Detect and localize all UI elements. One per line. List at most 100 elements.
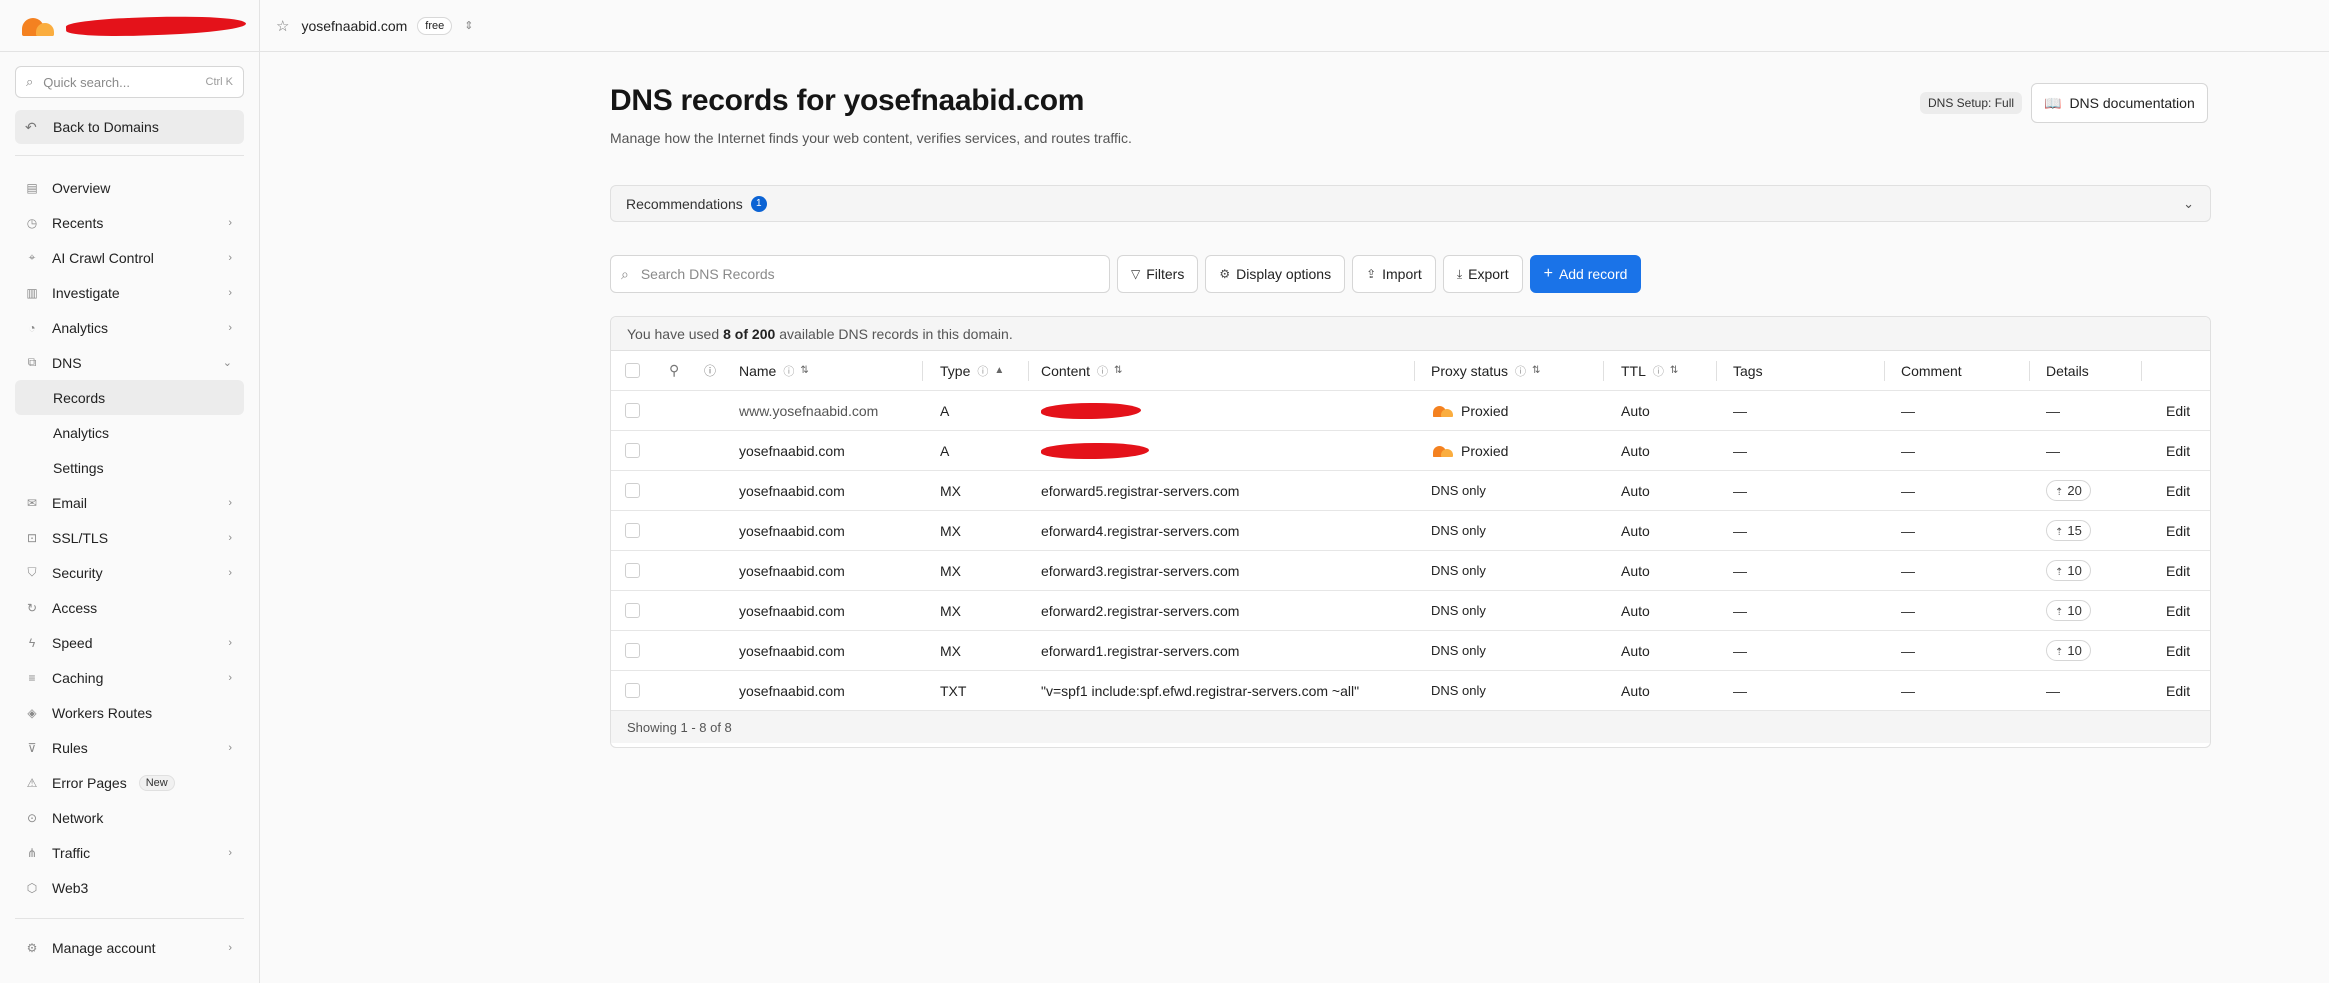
- display-options-button[interactable]: ⚙ Display options: [1205, 255, 1346, 293]
- row-checkbox[interactable]: [625, 671, 640, 710]
- star-icon[interactable]: ☆: [276, 17, 289, 35]
- table-header: ⚲ ⓘ Name ⓘ ⇅ Type ⓘ ▲ Content ⓘ ⇅ Proxy status…: [611, 351, 2210, 391]
- record-comment: —: [1901, 442, 1915, 459]
- dns-search-input[interactable]: ⌕ Search DNS Records: [610, 255, 1110, 293]
- sidebar-item-rules[interactable]: ⊽ Rules ›: [15, 730, 244, 765]
- sidebar-nav: ▤ Overview ◷ Recents › ⌖ AI Crawl Control › ▥ Inv…: [15, 170, 244, 905]
- table-row[interactable]: yosefnaabid.com MX eforward3.registrar-ser…: [611, 551, 2210, 591]
- edit-button[interactable]: Edit: [2166, 511, 2190, 550]
- table-row[interactable]: yosefnaabid.com A Proxied Auto — — — Edit: [611, 431, 2210, 471]
- table-row[interactable]: www.yosefnaabid.com A Proxied Auto — — — Edit: [611, 391, 2210, 431]
- row-checkbox[interactable]: [625, 551, 640, 590]
- record-type: MX: [940, 482, 961, 499]
- usage-banner: You have used 8 of 200 available DNS rec…: [611, 317, 2210, 351]
- sort-icon: ⇅: [1532, 365, 1541, 376]
- row-checkbox[interactable]: [625, 431, 640, 470]
- info-icon: ⓘ: [1652, 365, 1664, 378]
- column-header-proxy-status[interactable]: Proxy status ⓘ ⇅: [1431, 351, 1540, 390]
- table-row[interactable]: yosefnaabid.com MX eforward4.registrar-ser…: [611, 511, 2210, 551]
- column-header-content[interactable]: Content ⓘ ⇅: [1041, 351, 1122, 390]
- filters-button[interactable]: ▽ Filters: [1117, 255, 1199, 293]
- proxy-status: DNS only: [1431, 683, 1486, 698]
- sidebar-item-workers-routes[interactable]: ◈ Workers Routes: [15, 695, 244, 730]
- chevron-right-icon: ›: [228, 671, 232, 684]
- record-comment: —: [1901, 522, 1915, 539]
- row-checkbox[interactable]: [625, 391, 640, 430]
- sidebar-item-analytics[interactable]: ◔ Analytics ›: [15, 310, 244, 345]
- table-row[interactable]: yosefnaabid.com MX eforward1.registrar-ser…: [611, 631, 2210, 671]
- row-checkbox[interactable]: [625, 591, 640, 630]
- back-to-domains-button[interactable]: ↶ Back to Domains: [15, 110, 244, 144]
- column-header-ttl[interactable]: TTL ⓘ ⇅: [1621, 351, 1678, 390]
- column-header-type[interactable]: Type ⓘ ▲: [940, 351, 1004, 390]
- column-header-name[interactable]: Name ⓘ ⇅: [739, 351, 809, 390]
- column-divider: [1716, 361, 1717, 381]
- sidebar-item-security[interactable]: ⛉ Security ›: [15, 555, 244, 590]
- recommendations-accordion[interactable]: Recommendations 1 ⌄: [610, 185, 2211, 222]
- row-checkbox[interactable]: [625, 631, 640, 670]
- chevron-right-icon: ›: [228, 496, 232, 509]
- chevron-right-icon: ›: [228, 566, 232, 579]
- cloudflare-logo-icon[interactable]: [16, 16, 56, 36]
- sidebar-item-dns-analytics[interactable]: Analytics: [15, 415, 244, 450]
- row-checkbox[interactable]: [625, 511, 640, 550]
- row-checkbox[interactable]: [625, 471, 640, 510]
- table-row[interactable]: yosefnaabid.com MX eforward5.registrar-ser…: [611, 471, 2210, 511]
- quick-search-input[interactable]: ⌕ Quick search... Ctrl K: [15, 66, 244, 98]
- record-name: yosefnaabid.com: [739, 562, 845, 579]
- pin-icon[interactable]: ⚲: [669, 351, 679, 390]
- switch-domain-icon[interactable]: ⇕: [464, 19, 473, 32]
- dns-documentation-button[interactable]: 📖 DNS documentation: [2031, 83, 2208, 123]
- sidebar-item-ssl-tls[interactable]: ⊡ SSL/TLS ›: [15, 520, 244, 555]
- sidebar-item-overview[interactable]: ▤ Overview: [15, 170, 244, 205]
- edit-button[interactable]: Edit: [2166, 631, 2190, 670]
- edit-button[interactable]: Edit: [2166, 391, 2190, 430]
- sidebar-item-traffic[interactable]: ⋔ Traffic ›: [15, 835, 244, 870]
- select-all-checkbox[interactable]: [625, 351, 640, 390]
- sidebar-item-investigate[interactable]: ▥ Investigate ›: [15, 275, 244, 310]
- sidebar-item-network[interactable]: ⊙ Network: [15, 800, 244, 835]
- proxy-status: Proxied: [1431, 391, 1508, 430]
- add-record-button[interactable]: + Add record: [1529, 255, 1642, 293]
- sidebar-item-web3[interactable]: ⬡ Web3: [15, 870, 244, 905]
- network-icon: ⧉: [27, 355, 37, 369]
- table-row[interactable]: yosefnaabid.com MX eforward2.registrar-ser…: [611, 591, 2210, 631]
- record-details: ⇡ 20: [2046, 471, 2091, 510]
- sidebar-item-speed[interactable]: ϟ Speed ›: [15, 625, 244, 660]
- sidebar-item-dns-settings[interactable]: Settings: [15, 450, 244, 485]
- search-icon: ⌕: [621, 265, 629, 282]
- import-button[interactable]: ⇪ Import: [1352, 255, 1436, 293]
- sidebar-item-access[interactable]: ↻ Access: [15, 590, 244, 625]
- manage-account[interactable]: ⚙ Manage account ›: [15, 930, 244, 965]
- sidebar-item-dns[interactable]: ⧉ DNS ⌄: [15, 345, 244, 380]
- account-name-redacted[interactable]: [65, 13, 247, 38]
- sidebar-item-caching[interactable]: ≡ Caching ›: [15, 660, 244, 695]
- record-details: —: [2046, 682, 2060, 699]
- edit-button[interactable]: Edit: [2166, 431, 2190, 470]
- edit-button[interactable]: Edit: [2166, 471, 2190, 510]
- sidebar-item-recents[interactable]: ◷ Recents ›: [15, 205, 244, 240]
- edit-button[interactable]: Edit: [2166, 551, 2190, 590]
- building-icon: ▥: [26, 285, 38, 300]
- chevron-right-icon: ›: [228, 321, 232, 334]
- record-ttl: Auto: [1621, 442, 1650, 459]
- record-type: MX: [940, 522, 961, 539]
- edit-button[interactable]: Edit: [2166, 671, 2190, 710]
- web3-icon: ⬡: [26, 880, 38, 895]
- sidebar-item-ai-crawl-control[interactable]: ⌖ AI Crawl Control ›: [15, 240, 244, 275]
- record-type: A: [940, 442, 950, 459]
- sidebar-item-manage-account[interactable]: ⚙ Manage account ›: [15, 930, 244, 965]
- page-title: DNS records for yosefnaabid.com: [610, 84, 1085, 117]
- divider: [15, 918, 244, 919]
- export-button[interactable]: ⤓ Export: [1442, 255, 1523, 293]
- edit-button[interactable]: Edit: [2166, 591, 2190, 630]
- topbar: ☆ yosefnaabid.com free ⇕: [260, 0, 2329, 52]
- domain-name[interactable]: yosefnaabid.com: [301, 18, 407, 34]
- priority-badge: ⇡ 10: [2046, 640, 2091, 661]
- sidebar-item-dns-records[interactable]: Records: [15, 380, 244, 415]
- record-details: ⇡ 10: [2046, 551, 2091, 590]
- sidebar-item-error-pages[interactable]: ⚠ Error Pages New: [15, 765, 244, 800]
- sidebar-item-email[interactable]: ✉ Email ›: [15, 485, 244, 520]
- table-row[interactable]: yosefnaabid.com TXT "v=spf1 include:spf.ef…: [611, 671, 2210, 711]
- record-type: MX: [940, 562, 961, 579]
